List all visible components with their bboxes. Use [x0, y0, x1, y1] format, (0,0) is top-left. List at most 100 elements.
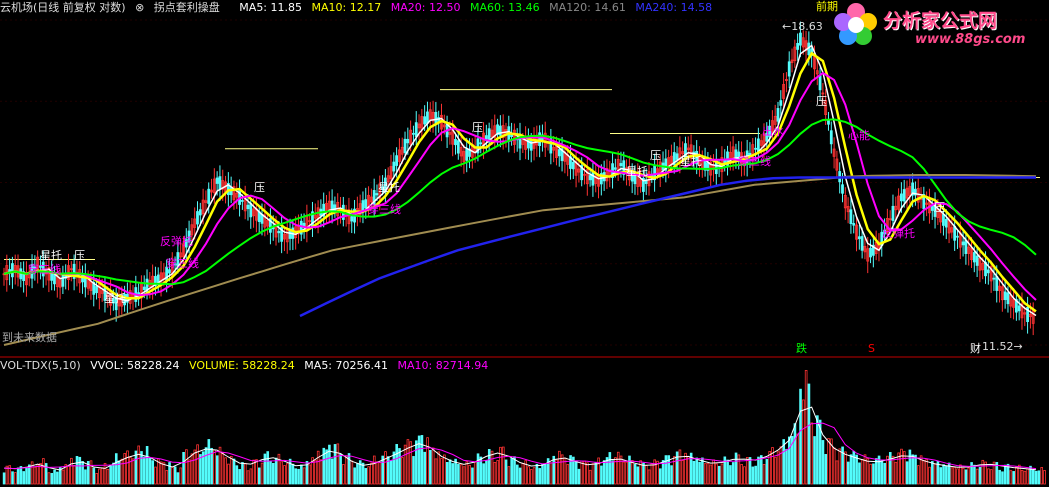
volume-indicator-name[interactable]: VOL-TDX(5,10): [0, 359, 81, 372]
volume-bar: [510, 458, 513, 485]
volume-bar: [300, 464, 303, 485]
volume-bar: [521, 463, 525, 485]
volume-bar: [788, 436, 791, 485]
signal-label: 出水: [762, 125, 784, 138]
candle-body: [95, 286, 98, 294]
ma20-line: [3, 71, 1037, 301]
candle-body: [137, 292, 141, 295]
candle-body: [414, 122, 418, 138]
volume-bar: [636, 466, 640, 485]
volume-bar: [235, 465, 239, 485]
volume-bar: [204, 447, 208, 485]
volume-bar: [684, 452, 687, 485]
volume-bar: [515, 464, 519, 485]
volume-bar: [687, 456, 690, 485]
candle-body: [196, 211, 199, 225]
volume-bar: [81, 461, 84, 485]
volume-bar: [445, 462, 449, 485]
chart-title[interactable]: 云机场(日线 前复权 对数): [0, 1, 126, 14]
candle-body: [364, 199, 368, 209]
volume-bar: [389, 460, 393, 485]
volume-bar: [863, 454, 867, 485]
candle-body: [406, 138, 410, 144]
ma5-value: MA5: 11.85: [239, 1, 303, 14]
volume-bar: [709, 464, 713, 485]
volume-bar: [224, 457, 227, 485]
chart-header: 云机场(日线 前复权 对数) ⊗ 拐点套利操盘 MA5: 11.85 MA10:…: [0, 0, 718, 16]
ma240-line: [299, 176, 1036, 318]
chart-grid: [0, 19, 1049, 346]
volume-bar: [544, 463, 547, 485]
volume-bar: [232, 458, 236, 485]
volume-bar: [283, 465, 286, 485]
volume-bar: [720, 463, 724, 485]
volume-bar: [143, 456, 146, 485]
signal-label: 穿三线: [738, 155, 771, 168]
volume-header: VOL-TDX(5,10) VVOL: 58228.24 VOLUME: 582…: [0, 358, 494, 374]
volume-bar: [238, 469, 241, 485]
volume-bar: [112, 462, 115, 485]
bottom-marker: 财: [970, 342, 981, 355]
volume-bar: [558, 450, 561, 485]
volume-bar: [314, 459, 317, 485]
volume-bar: [883, 462, 886, 485]
candle-body: [829, 130, 833, 145]
volume-bar: [215, 455, 219, 485]
volume-bar: [384, 451, 387, 485]
indicator-toggle-icon[interactable]: ⊗: [135, 1, 144, 14]
volume-bar: [420, 435, 424, 485]
volume-bar: [103, 462, 107, 485]
volume-bar: [1020, 469, 1024, 485]
volume-bar: [297, 468, 300, 485]
volume-bar: [356, 463, 359, 485]
candle-body: [799, 32, 802, 46]
volume-bar: [22, 471, 26, 485]
volume-bar: [109, 465, 112, 485]
volume-bar: [196, 444, 199, 485]
volume-bar: [440, 458, 443, 485]
candle-body: [827, 119, 830, 125]
bottom-marker: S: [868, 342, 875, 355]
volume-bar: [434, 458, 438, 485]
volume-bar: [1023, 470, 1027, 485]
volume-bar: [922, 460, 926, 485]
candle-body: [754, 147, 757, 150]
candle-body: [619, 163, 623, 167]
candle-body: [818, 75, 822, 91]
volume-bar: [1040, 467, 1044, 485]
candle-body: [142, 286, 146, 290]
volume-bar: [370, 462, 373, 485]
candle-body: [902, 189, 906, 202]
volume-bar: [588, 469, 592, 485]
volume-bar: [364, 468, 368, 485]
volume-bar: [269, 460, 272, 485]
volume-bar: [1009, 470, 1013, 485]
volume-bar: [465, 461, 469, 485]
volume-bar: [673, 456, 676, 485]
candle-body: [218, 176, 222, 190]
volume-bar: [75, 456, 79, 485]
volume-bar: [970, 462, 973, 485]
volume-bar: [945, 465, 948, 485]
volume-bar: [560, 454, 564, 485]
volume-value: VOLUME: 58228.24: [189, 359, 295, 372]
volume-bar: [835, 460, 839, 485]
site-logo[interactable]: 分析家公式网 www.88gs.com: [833, 2, 1043, 52]
volume-bar: [342, 464, 345, 485]
volume-bar: [726, 459, 729, 485]
candle-body: [207, 188, 211, 204]
volume-bar: [802, 399, 805, 485]
candle-body: [891, 205, 895, 221]
indicator-name[interactable]: 拐点套利操盘: [154, 1, 220, 14]
volume-bar: [964, 469, 968, 485]
candle-body: [944, 218, 948, 228]
volume-bar: [759, 455, 763, 485]
candle-body: [198, 209, 202, 216]
volume-bar: [95, 473, 98, 485]
vol-ma10-value: MA10: 82714.94: [397, 359, 489, 372]
volume-bar: [277, 453, 281, 485]
volume-bar: [619, 455, 623, 485]
volume-bar: [496, 460, 499, 485]
signal-label: 反弹托: [882, 227, 915, 240]
candle-body: [454, 138, 457, 146]
